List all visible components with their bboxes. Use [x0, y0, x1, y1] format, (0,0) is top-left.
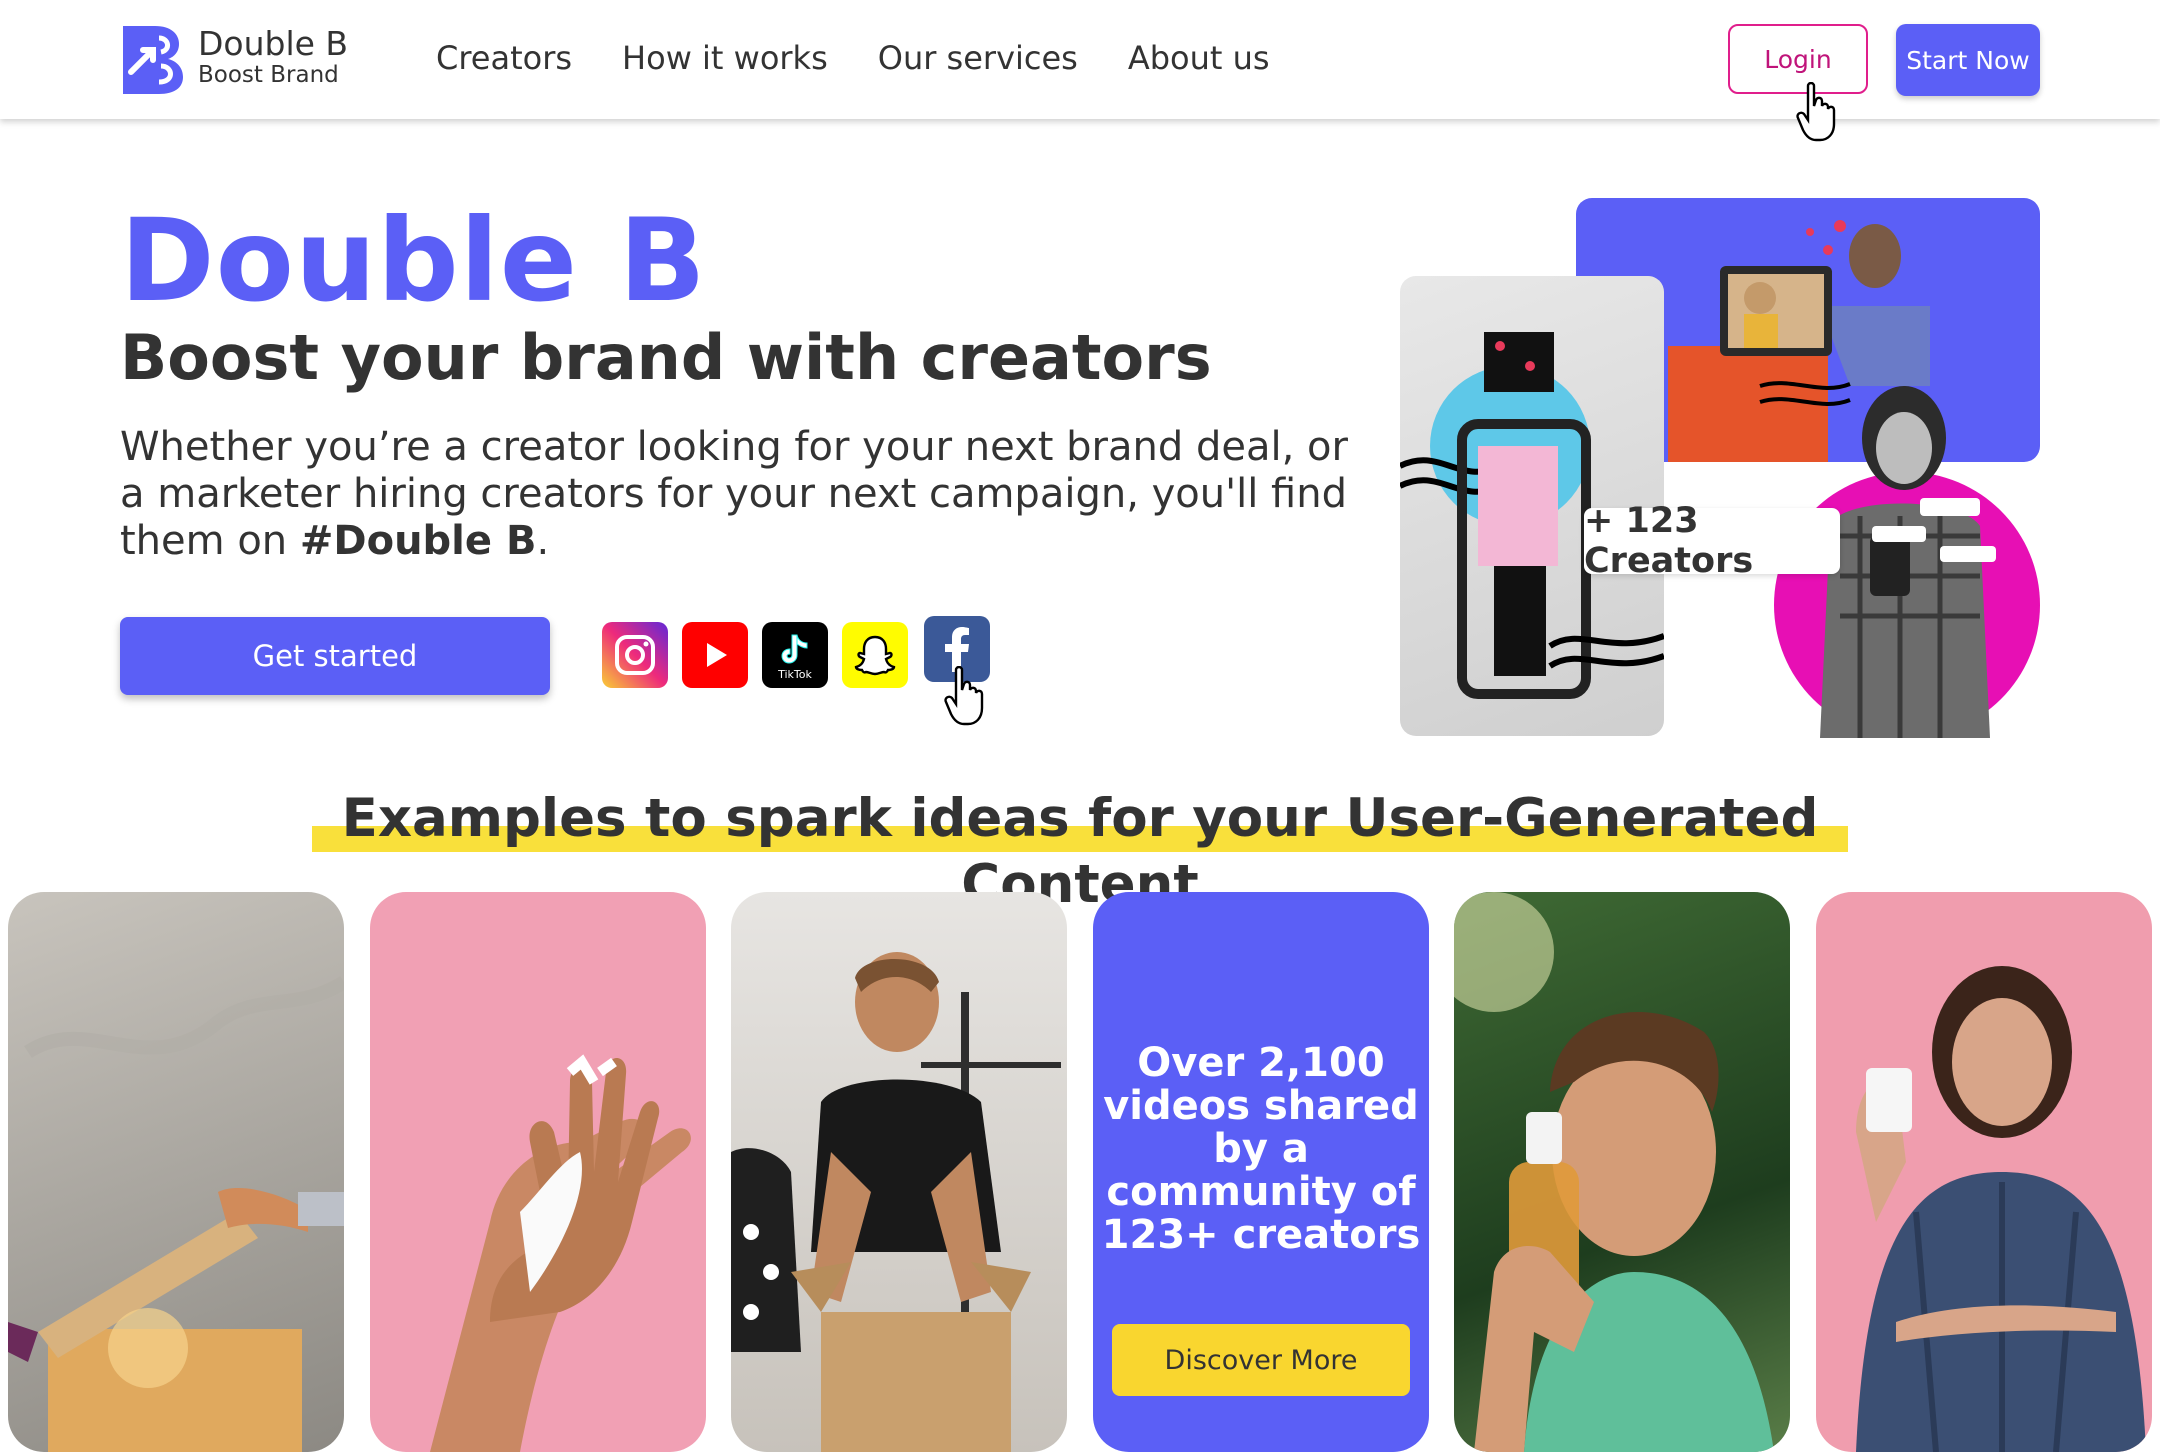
example-card-cup[interactable] [1816, 892, 2152, 1452]
example-card-serum[interactable] [1454, 892, 1790, 1452]
discover-more-button[interactable]: Discover More [1112, 1324, 1410, 1396]
example-card-lotion[interactable] [370, 892, 706, 1452]
nav-creators[interactable]: Creators [436, 36, 572, 80]
hero-description-end: . [536, 518, 550, 564]
tiktok-icon[interactable]: TikTok [762, 622, 828, 688]
nav-about-us[interactable]: About us [1128, 36, 1270, 80]
hero-title: Double B [120, 194, 707, 327]
hand-cursor-icon [944, 666, 984, 726]
hero-hashtag: #Double B [299, 518, 537, 564]
instagram-icon[interactable] [602, 622, 668, 688]
nav-how-it-works[interactable]: How it works [622, 36, 828, 80]
brand-logo-icon[interactable] [119, 22, 187, 96]
example-card-packing[interactable] [731, 892, 1067, 1452]
hero-subtitle: Boost your brand with creators [120, 321, 1212, 394]
creators-count-badge: + 123 Creators [1584, 501, 1840, 581]
nav-our-services[interactable]: Our services [878, 36, 1078, 80]
hero-description: Whether you’re a creator looking for you… [120, 424, 1360, 565]
youtube-icon[interactable] [682, 622, 748, 688]
tiktok-label: TikTok [778, 668, 812, 681]
stat-card: Over 2,100 videos shared by a community … [1093, 892, 1429, 1452]
start-now-button[interactable]: Start Now [1896, 24, 2040, 96]
brand-tagline: Boost Brand [198, 62, 339, 88]
snapchat-icon[interactable] [842, 622, 908, 688]
hand-cursor-icon [1796, 82, 1836, 142]
brand-name: Double B [198, 24, 349, 63]
example-card-unboxing[interactable] [8, 892, 344, 1452]
community-stat-text: Over 2,100 videos shared by a community … [1101, 1040, 1421, 1258]
main-nav: Creators How it works Our services About… [436, 36, 1270, 80]
examples-cards: Over 2,100 videos shared by a community … [0, 892, 2160, 1452]
get-started-button[interactable]: Get started [120, 617, 550, 695]
